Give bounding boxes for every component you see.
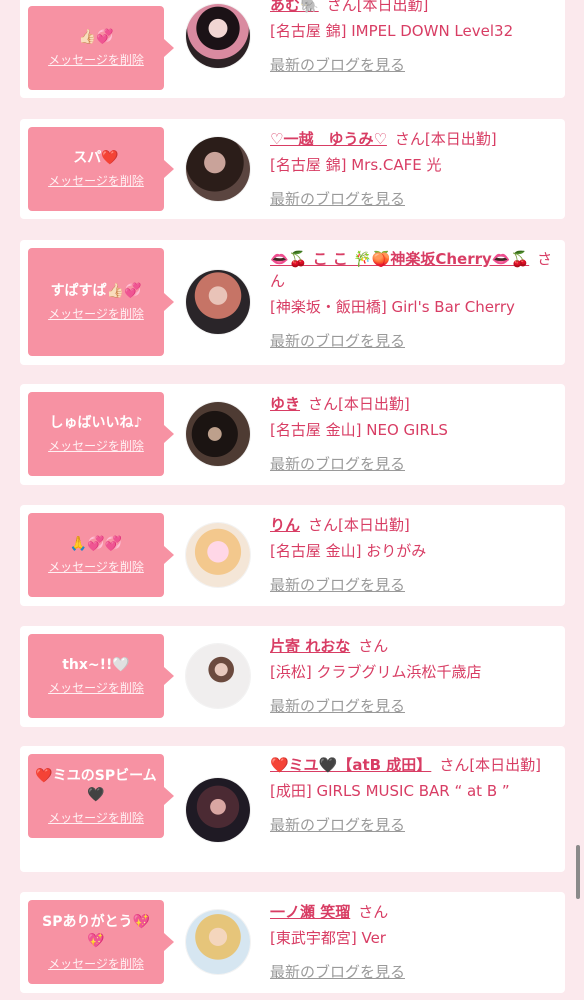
message-card: すぱすぱ👍🏻💞 メッセージを削除 👄🍒 こ こ 🎋🍑神楽坂Cherry👄🍒 さん [神楽…	[20, 240, 565, 365]
delete-message-link[interactable]: メッセージを削除	[48, 809, 144, 826]
message-text: スパ❤️	[73, 150, 119, 166]
delete-message-link[interactable]: メッセージを削除	[48, 679, 144, 696]
delete-message-link[interactable]: メッセージを削除	[48, 305, 144, 322]
message-text: thx~!!🤍	[62, 657, 130, 673]
profile-name-link[interactable]: 一ノ瀬 笑瑠	[270, 903, 350, 921]
message-bubble: すぱすぱ👍🏻💞 メッセージを削除	[28, 248, 174, 356]
profile-name-line: 片寄 れおな さん	[270, 635, 555, 657]
message-text: SPありがとう💖💖	[42, 913, 150, 949]
message-bubble: 🙏💞💞 メッセージを削除	[28, 513, 174, 597]
profile-name-link[interactable]: あむ🐘	[270, 0, 319, 14]
honorific-label: さん	[358, 637, 389, 655]
shop-label: [名古屋 錦] IMPEL DOWN Level32	[270, 22, 514, 40]
message-bubble: 👍🏻💞 メッセージを削除	[28, 6, 174, 90]
latest-blog-link[interactable]: 最新のブログを見る	[270, 574, 555, 596]
profile-info: りん さん[本日出勤] [名古屋 金山] おりがみ最新のブログを見る	[270, 514, 555, 596]
profile-info: ♡一越 ゆうみ♡ さん[本日出勤] [名古屋 錦] Mrs.CAFE 光最新のブログ…	[270, 128, 555, 210]
avatar[interactable]	[186, 910, 250, 974]
latest-blog-link[interactable]: 最新のブログを見る	[270, 330, 555, 352]
message-bubble: ❤️ミユのSPビーム🖤 メッセージを削除	[28, 754, 174, 838]
profile-name-link[interactable]: ゆき	[270, 395, 300, 413]
latest-blog-link[interactable]: 最新のブログを見る	[270, 453, 555, 475]
honorific-label: さん	[308, 395, 339, 413]
honorific-label: さん	[394, 130, 425, 148]
shop-label: [成田] GIRLS MUSIC BAR “ at B ”	[270, 782, 510, 800]
message-bubble: thx~!!🤍 メッセージを削除	[28, 634, 174, 718]
message-card: SPありがとう💖💖 メッセージを削除 一ノ瀬 笑瑠 さん [東武宇都宮] Ver 最新のブ…	[20, 892, 565, 993]
honorific-label: さん	[358, 903, 389, 921]
profile-name-link[interactable]: 片寄 れおな	[270, 637, 350, 655]
message-text: ❤️ミユのSPビーム🖤	[35, 767, 157, 803]
profile-info: 片寄 れおな さん [浜松] クラブグリム浜松千歳店最新のブログを見る	[270, 635, 555, 717]
profile-name-line: ❤️ミユ🖤【atB 成田】 さん[本日出勤]	[270, 754, 555, 776]
message-text: すぱすぱ👍🏻💞	[50, 283, 142, 299]
profile-info: ゆき さん[本日出勤] [名古屋 金山] NEO GIRLS 最新のブログを見る	[270, 393, 555, 475]
profile-info: 👄🍒 こ こ 🎋🍑神楽坂Cherry👄🍒 さん [神楽坂・飯田橋] Girl's B…	[270, 248, 555, 352]
honorific-label: さん	[308, 516, 339, 534]
scrollbar[interactable]	[576, 845, 580, 899]
profile-name-link[interactable]: 👄🍒 こ こ 🎋🍑神楽坂Cherry👄🍒	[270, 250, 529, 268]
status-badge: [本日出勤]	[338, 516, 410, 534]
shop-label: [名古屋 金山] NEO GIRLS	[270, 421, 448, 439]
delete-message-link[interactable]: メッセージを削除	[48, 437, 144, 454]
message-card: 👍🏻💞 メッセージを削除 あむ🐘 さん[本日出勤] [名古屋 錦] IMPEL DOWN…	[20, 0, 565, 98]
profile-info: ❤️ミユ🖤【atB 成田】 さん[本日出勤] [成田] GIRLS MUSIC BA…	[270, 754, 555, 836]
message-bubble: しゅばいいね♪ メッセージを削除	[28, 392, 174, 476]
latest-blog-link[interactable]: 最新のブログを見る	[270, 54, 555, 76]
shop-label: [名古屋 錦] Mrs.CAFE 光	[270, 156, 442, 174]
avatar[interactable]	[186, 523, 250, 587]
message-bubble: SPありがとう💖💖 メッセージを削除	[28, 900, 174, 984]
message-text: しゅばいいね♪	[49, 415, 143, 431]
shop-label: [名古屋 金山] おりがみ	[270, 542, 427, 560]
profile-name-line: あむ🐘 さん[本日出勤]	[270, 0, 555, 16]
message-card: スパ❤️ メッセージを削除 ♡一越 ゆうみ♡ さん[本日出勤] [名古屋 錦] Mrs.…	[20, 119, 565, 219]
message-card: thx~!!🤍 メッセージを削除 片寄 れおな さん [浜松] クラブグリム浜松千歳店最…	[20, 626, 565, 727]
shop-label: [浜松] クラブグリム浜松千歳店	[270, 663, 482, 681]
shop-label: [神楽坂・飯田橋] Girl's Bar Cherry	[270, 298, 515, 316]
delete-message-link[interactable]: メッセージを削除	[48, 172, 144, 189]
profile-name-line: りん さん[本日出勤]	[270, 514, 555, 536]
message-bubble: スパ❤️ メッセージを削除	[28, 127, 174, 211]
latest-blog-link[interactable]: 最新のブログを見る	[270, 961, 555, 983]
message-text: 🙏💞💞	[69, 536, 123, 552]
profile-name-line: 一ノ瀬 笑瑠 さん	[270, 901, 555, 923]
message-card: しゅばいいね♪ メッセージを削除 ゆき さん[本日出勤] [名古屋 金山] NEO GI…	[20, 384, 565, 485]
profile-info: あむ🐘 さん[本日出勤] [名古屋 錦] IMPEL DOWN Level32 最新の…	[270, 0, 555, 76]
latest-blog-link[interactable]: 最新のブログを見る	[270, 188, 555, 210]
honorific-label: さん	[439, 756, 470, 774]
avatar[interactable]	[186, 644, 250, 708]
honorific-label: さん	[326, 0, 357, 14]
profile-name-line: 👄🍒 こ こ 🎋🍑神楽坂Cherry👄🍒 さん	[270, 248, 555, 292]
status-badge: [本日出勤]	[424, 130, 497, 148]
status-badge: [本日出勤]	[338, 395, 410, 413]
status-badge: [本日出勤]	[469, 756, 542, 774]
message-card: 🙏💞💞 メッセージを削除 りん さん[本日出勤] [名古屋 金山] おりがみ最新のブログ…	[20, 505, 565, 606]
delete-message-link[interactable]: メッセージを削除	[48, 955, 144, 972]
avatar[interactable]	[186, 402, 250, 466]
message-text: 👍🏻💞	[78, 29, 114, 45]
avatar[interactable]	[186, 4, 250, 68]
profile-name-line: ♡一越 ゆうみ♡ さん[本日出勤]	[270, 128, 555, 150]
delete-message-link[interactable]: メッセージを削除	[48, 51, 144, 68]
avatar[interactable]	[186, 778, 250, 842]
avatar[interactable]	[186, 137, 250, 201]
status-badge: [本日出勤]	[356, 0, 429, 14]
profile-name-link[interactable]: りん	[270, 516, 300, 534]
profile-name-line: ゆき さん[本日出勤]	[270, 393, 555, 415]
profile-info: 一ノ瀬 笑瑠 さん [東武宇都宮] Ver 最新のブログを見る	[270, 901, 555, 983]
delete-message-link[interactable]: メッセージを削除	[48, 558, 144, 575]
profile-name-link[interactable]: ❤️ミユ🖤【atB 成田】	[270, 756, 431, 774]
latest-blog-link[interactable]: 最新のブログを見る	[270, 814, 555, 836]
shop-label: [東武宇都宮] Ver	[270, 929, 386, 947]
latest-blog-link[interactable]: 最新のブログを見る	[270, 695, 555, 717]
profile-name-link[interactable]: ♡一越 ゆうみ♡	[270, 130, 387, 148]
message-card: ❤️ミユのSPビーム🖤 メッセージを削除 ❤️ミユ🖤【atB 成田】 さん[本日出勤]…	[20, 746, 565, 872]
avatar[interactable]	[186, 270, 250, 334]
